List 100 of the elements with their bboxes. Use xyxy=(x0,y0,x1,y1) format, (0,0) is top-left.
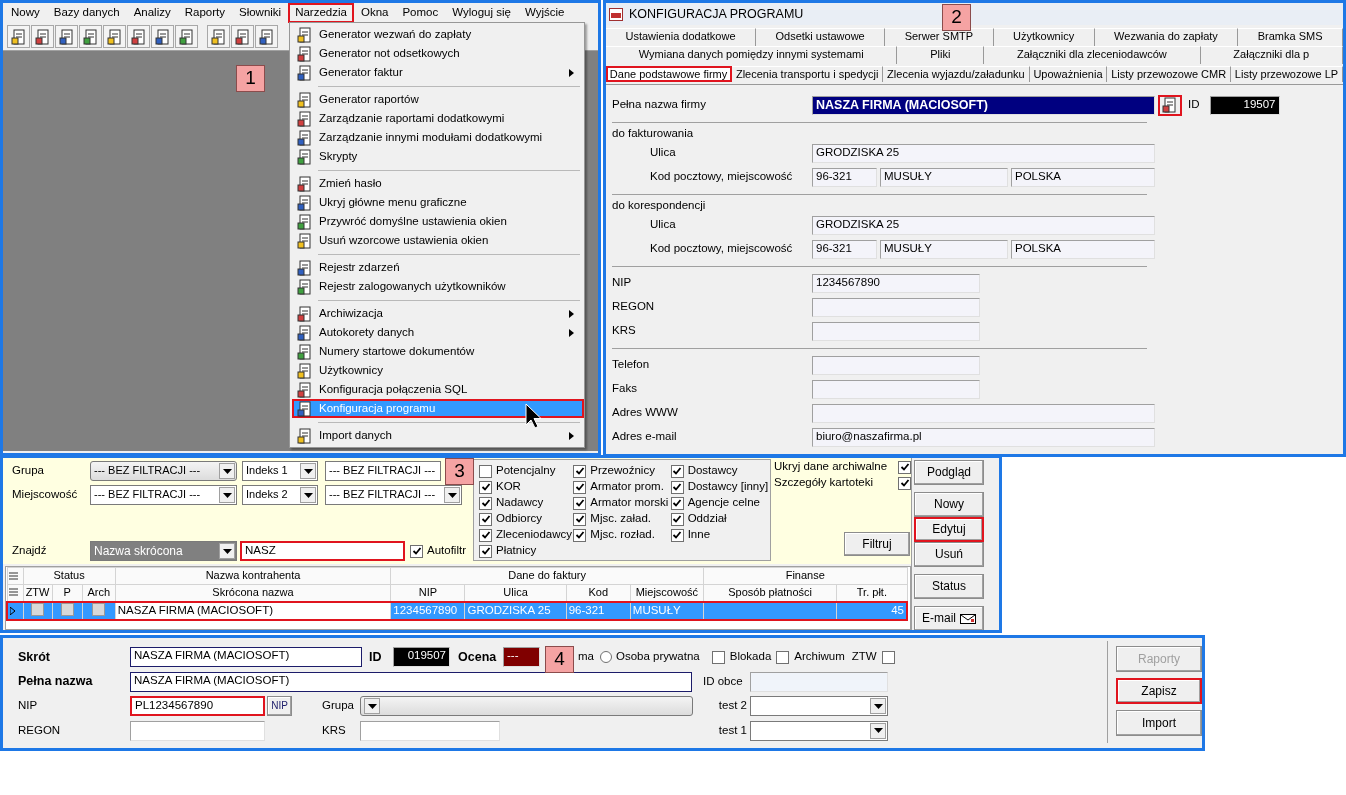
checkbox[interactable] xyxy=(573,528,587,542)
menu-item[interactable]: Numery startowe dokumentów xyxy=(292,342,584,361)
checkbox[interactable] xyxy=(573,496,587,510)
tab[interactable]: Listy przewozowe CMR xyxy=(1107,65,1231,83)
checkbox[interactable] xyxy=(670,480,684,494)
tab[interactable]: Wezwania do zapłaty xyxy=(1094,28,1239,46)
checkbox[interactable] xyxy=(670,496,684,510)
menu-item[interactable]: Usuń wzorcowe ustawienia okien xyxy=(292,231,584,250)
checkbox[interactable] xyxy=(479,480,492,494)
button[interactable]: Zapisz xyxy=(1116,678,1202,704)
input-field[interactable]: MUSUŁY xyxy=(880,167,1008,187)
menu-item[interactable]: Konfiguracja połączenia SQL xyxy=(292,380,584,399)
input-field[interactable] xyxy=(130,720,265,741)
menu-item[interactable]: Rejestr zdarzeń xyxy=(292,258,584,277)
button[interactable]: Edytuj xyxy=(914,517,984,542)
input-field[interactable] xyxy=(750,671,888,692)
search-field[interactable]: NASZ xyxy=(240,541,405,561)
table-row[interactable]: NASZA FIRMA (MACIOSOFT) 1234567890 GRODZISKA 25 96-321 MUSUŁY 45 xyxy=(7,601,907,621)
checkbox[interactable] xyxy=(92,603,106,616)
tab[interactable]: Załączniki dla p xyxy=(1200,46,1343,64)
input-field[interactable]: NASZA FIRMA (MACIOSOFT) xyxy=(130,647,362,668)
input-field[interactable]: POLSKA xyxy=(1011,167,1155,187)
tab[interactable]: Odsetki ustawowe xyxy=(756,28,886,46)
input-field[interactable]: NASZA FIRMA (MACIOSOFT) xyxy=(812,95,1155,115)
menu-item[interactable]: Zarządzanie innymi modułami dodatkowymi xyxy=(292,128,584,147)
menu-item[interactable]: Okna xyxy=(353,3,396,23)
tab[interactable]: Wymiana danych pomiędzy innymi systemami xyxy=(606,46,898,64)
input-field[interactable]: PL1234567890 xyxy=(130,696,265,717)
toolbar-button[interactable] xyxy=(127,25,150,48)
tab[interactable]: Użytkownicy xyxy=(993,28,1095,46)
input-field[interactable]: 96-321 xyxy=(812,167,877,187)
tab[interactable]: Bramka SMS xyxy=(1238,28,1343,46)
checkbox[interactable] xyxy=(410,544,423,558)
toolbar-button[interactable] xyxy=(175,25,198,48)
menu-item[interactable]: Zarządzanie raportami dodatkowymi xyxy=(292,109,584,128)
button[interactable]: Usuń xyxy=(914,542,984,567)
menu-item[interactable]: Ukryj główne menu graficzne xyxy=(292,193,584,212)
radio-button[interactable] xyxy=(600,651,612,664)
tab[interactable]: Zlecenia wyjazdu/załadunku xyxy=(883,65,1030,83)
input-field[interactable] xyxy=(812,403,1155,423)
toolbar-button[interactable] xyxy=(231,25,254,48)
button[interactable]: Import xyxy=(1116,710,1202,736)
tab[interactable]: Listy przewozowe LP xyxy=(1231,65,1343,83)
checkbox[interactable] xyxy=(898,460,911,474)
button[interactable]: Podgląd xyxy=(914,460,984,485)
dropdown[interactable] xyxy=(360,696,693,717)
checkbox[interactable] xyxy=(479,544,492,558)
nip-button[interactable]: NIP xyxy=(267,696,292,717)
checkbox[interactable] xyxy=(573,464,587,478)
checkbox[interactable] xyxy=(881,650,895,664)
button[interactable]: Nowy xyxy=(914,492,984,517)
checkbox[interactable] xyxy=(711,650,725,664)
input-field[interactable]: 19507 xyxy=(1209,95,1280,115)
input-field[interactable]: GRODZISKA 25 xyxy=(812,143,1155,163)
dropdown[interactable]: --- BEZ FILTRACJI --- xyxy=(325,485,462,505)
tab[interactable]: Zlecenia transportu i spedycji xyxy=(732,65,884,83)
input-field[interactable]: 019507 xyxy=(393,647,450,668)
input-field[interactable] xyxy=(360,720,500,741)
tab[interactable]: Pliki xyxy=(897,46,985,64)
menu-item[interactable]: Słowniki xyxy=(232,3,289,23)
input-field[interactable] xyxy=(812,379,980,399)
menu-item[interactable]: Skrypty xyxy=(292,147,584,166)
menu-item[interactable]: Import danych xyxy=(292,426,584,445)
checkbox[interactable] xyxy=(31,603,45,616)
input-field[interactable]: --- xyxy=(503,647,540,668)
input-field[interactable] xyxy=(812,297,980,317)
checkbox[interactable] xyxy=(898,476,911,490)
dropdown[interactable]: --- BEZ FILTRACJI --- xyxy=(325,461,441,481)
checkbox[interactable] xyxy=(573,480,587,494)
filter-button[interactable]: Filtruj xyxy=(844,532,910,556)
checkbox[interactable] xyxy=(776,650,790,664)
menu-item[interactable]: Generator raportów xyxy=(292,90,584,109)
menu-item[interactable]: Generator wezwań do zapłaty xyxy=(292,25,584,44)
dropdown[interactable]: Indeks 1 xyxy=(242,461,318,481)
menu-item[interactable]: Analizy xyxy=(126,3,178,23)
input-field[interactable]: POLSKA xyxy=(1011,239,1155,259)
menu-item[interactable]: Pomoc xyxy=(395,3,446,23)
input-field[interactable]: GRODZISKA 25 xyxy=(812,215,1155,235)
menu-item[interactable]: Generator faktur xyxy=(292,63,584,82)
checkbox[interactable] xyxy=(479,528,492,542)
dropdown[interactable] xyxy=(750,720,888,741)
menu-item[interactable]: Nowy xyxy=(4,3,47,23)
toolbar-button[interactable] xyxy=(151,25,174,48)
dropdown[interactable] xyxy=(750,696,888,717)
menu-item[interactable]: Przywróć domyślne ustawienia okien xyxy=(292,212,584,231)
toolbar-button[interactable] xyxy=(103,25,126,48)
dropdown[interactable]: Nazwa skrócona xyxy=(90,541,237,561)
menu-item[interactable]: Archiwizacja xyxy=(292,304,584,323)
input-field[interactable]: NASZA FIRMA (MACIOSOFT) xyxy=(130,671,692,692)
checkbox[interactable] xyxy=(573,512,587,526)
checkbox[interactable] xyxy=(60,603,74,616)
toolbar-button[interactable] xyxy=(7,25,30,48)
menu-item[interactable]: Generator not odsetkowych xyxy=(292,44,584,63)
button[interactable]: E-mail xyxy=(914,606,984,630)
input-field[interactable]: 96-321 xyxy=(812,239,877,259)
toolbar-button[interactable] xyxy=(55,25,78,48)
checkbox[interactable] xyxy=(479,512,492,526)
checkbox[interactable] xyxy=(670,528,684,542)
tab[interactable]: Załączniki dla zleceniodawców xyxy=(984,46,1201,64)
tab[interactable]: Serwer SMTP xyxy=(885,28,994,46)
